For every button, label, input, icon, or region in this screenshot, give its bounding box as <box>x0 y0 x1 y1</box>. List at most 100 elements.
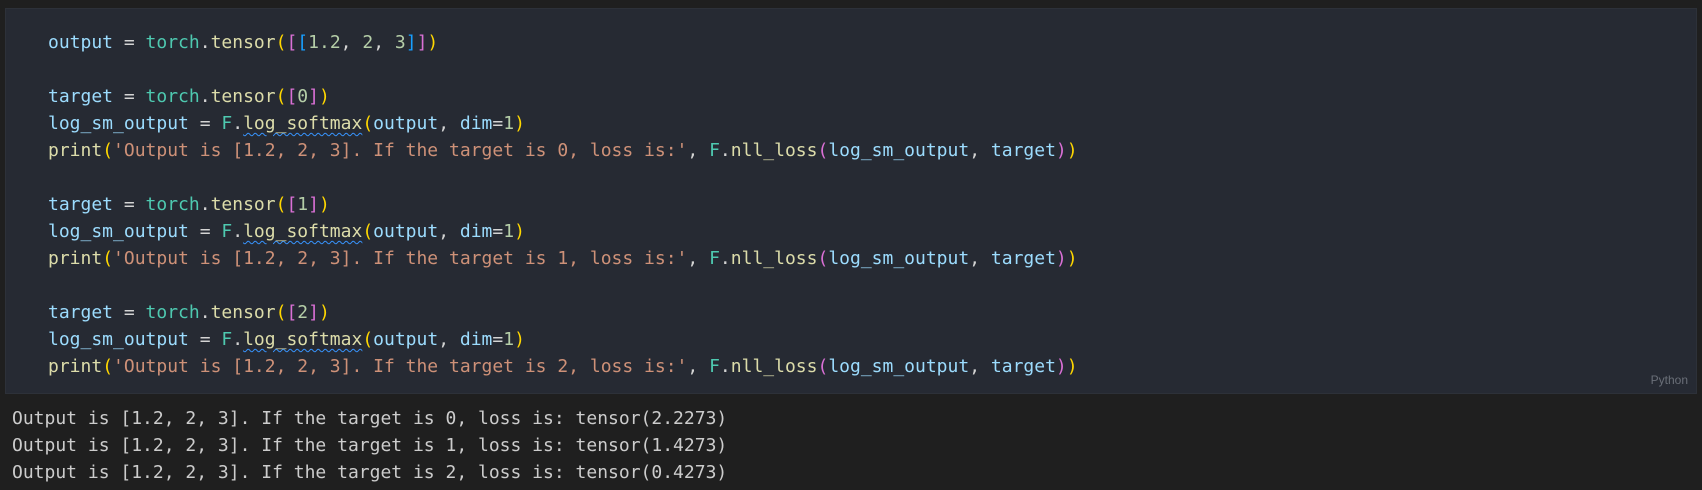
code-line: log_sm_output = F.log_softmax(output, di… <box>48 218 1078 245</box>
code-token: tensor <box>210 86 276 107</box>
code-token: [ <box>297 32 309 53</box>
code-token: ( <box>102 248 114 269</box>
code-token: , <box>687 356 710 377</box>
code-token: dim <box>459 113 493 134</box>
code-token: . <box>719 140 731 161</box>
code-token: target <box>990 140 1056 161</box>
code-token: nll_loss <box>730 140 818 161</box>
code-token: = <box>113 32 146 53</box>
code-token: ( <box>362 221 374 242</box>
code-token: 1 <box>503 329 515 350</box>
cell-language-label[interactable]: Python <box>1651 373 1688 387</box>
code-token: 'Output is [1.2, 2, 3]. If the target is… <box>113 248 688 269</box>
code-token: ) <box>1055 140 1067 161</box>
code-token: F <box>709 356 720 377</box>
code-token: ] <box>416 32 428 53</box>
code-token: [ <box>286 302 298 323</box>
code-token: torch <box>145 32 200 53</box>
code-token: torch <box>145 194 200 215</box>
code-token: F <box>709 248 720 269</box>
code-token: 'Output is [1.2, 2, 3]. If the target is… <box>113 140 688 161</box>
code-token: 1 <box>503 113 515 134</box>
code-token: = <box>113 194 146 215</box>
code-token: output <box>48 32 114 53</box>
code-token: target <box>48 194 114 215</box>
code-line: target = torch.tensor([1]) <box>48 191 1078 218</box>
code-token: target <box>48 86 114 107</box>
code-token: 2 <box>362 32 374 53</box>
code-token: , <box>438 221 460 242</box>
code-token: print <box>48 140 103 161</box>
code-token: ) <box>318 194 330 215</box>
code-line: target = torch.tensor([2]) <box>48 299 1078 326</box>
code-token: print <box>48 248 103 269</box>
code-token: ( <box>362 329 374 350</box>
code-editor[interactable]: output = torch.tensor([[1.2, 2, 3]]) tar… <box>48 29 1078 380</box>
code-token: ] <box>308 194 319 215</box>
code-token: , <box>969 140 991 161</box>
code-token: F <box>221 329 233 350</box>
code-token: log_sm_output <box>48 113 189 134</box>
code-token: 'Output is [1.2, 2, 3]. If the target is… <box>113 356 688 377</box>
code-token: ) <box>1066 140 1078 161</box>
code-token: log_sm_output <box>48 329 189 350</box>
code-token: . <box>199 302 211 323</box>
code-token: ) <box>514 329 525 350</box>
code-token: F <box>709 140 720 161</box>
code-token: = <box>492 113 504 134</box>
code-token: nll_loss <box>730 248 818 269</box>
code-line: log_sm_output = F.log_softmax(output, di… <box>48 110 1078 137</box>
code-token: . <box>199 32 211 53</box>
code-token: , <box>438 329 460 350</box>
code-cell[interactable]: output = torch.tensor([[1.2, 2, 3]]) tar… <box>5 8 1697 394</box>
code-token: output <box>373 329 439 350</box>
code-token: . <box>719 356 731 377</box>
code-token: ] <box>308 302 319 323</box>
code-token: log_softmax <box>243 329 363 350</box>
code-token: 1.2 <box>308 32 341 53</box>
code-token: ( <box>817 140 829 161</box>
code-line: output = torch.tensor([[1.2, 2, 3]]) <box>48 29 1078 56</box>
code-token: ) <box>318 86 330 107</box>
code-token: = <box>113 86 146 107</box>
output-line: Output is [1.2, 2, 3]. If the target is … <box>12 408 728 429</box>
code-token: . <box>199 194 211 215</box>
code-token: ( <box>817 248 829 269</box>
code-token: log_softmax <box>243 113 363 134</box>
code-token: dim <box>459 221 493 242</box>
code-token: ) <box>514 221 525 242</box>
code-token: log_sm_output <box>48 221 189 242</box>
code-token: output <box>373 113 439 134</box>
code-line: print('Output is [1.2, 2, 3]. If the tar… <box>48 137 1078 164</box>
code-token: , <box>687 248 710 269</box>
code-line: log_sm_output = F.log_softmax(output, di… <box>48 326 1078 353</box>
code-token: tensor <box>210 194 276 215</box>
code-token: . <box>199 86 211 107</box>
code-line: print('Output is [1.2, 2, 3]. If the tar… <box>48 245 1078 272</box>
code-token: = <box>492 221 504 242</box>
code-token: output <box>373 221 439 242</box>
code-token: , <box>438 113 460 134</box>
code-token: = <box>188 221 222 242</box>
code-token: target <box>48 302 114 323</box>
code-token: target <box>990 356 1056 377</box>
code-token: log_softmax <box>243 221 363 242</box>
code-token: ( <box>275 194 287 215</box>
code-token: ( <box>275 86 287 107</box>
code-token: ) <box>1055 356 1067 377</box>
code-token: ( <box>102 140 114 161</box>
code-token: nll_loss <box>730 356 818 377</box>
code-token: torch <box>145 86 200 107</box>
code-token: = <box>188 113 222 134</box>
code-token: ( <box>102 356 114 377</box>
code-token: ) <box>1066 248 1078 269</box>
code-token: torch <box>145 302 200 323</box>
code-token: log_sm_output <box>828 140 970 161</box>
code-token: F <box>221 113 233 134</box>
code-token: ( <box>275 302 287 323</box>
code-token: . <box>232 221 244 242</box>
code-token: print <box>48 356 103 377</box>
code-token: log_sm_output <box>828 248 970 269</box>
